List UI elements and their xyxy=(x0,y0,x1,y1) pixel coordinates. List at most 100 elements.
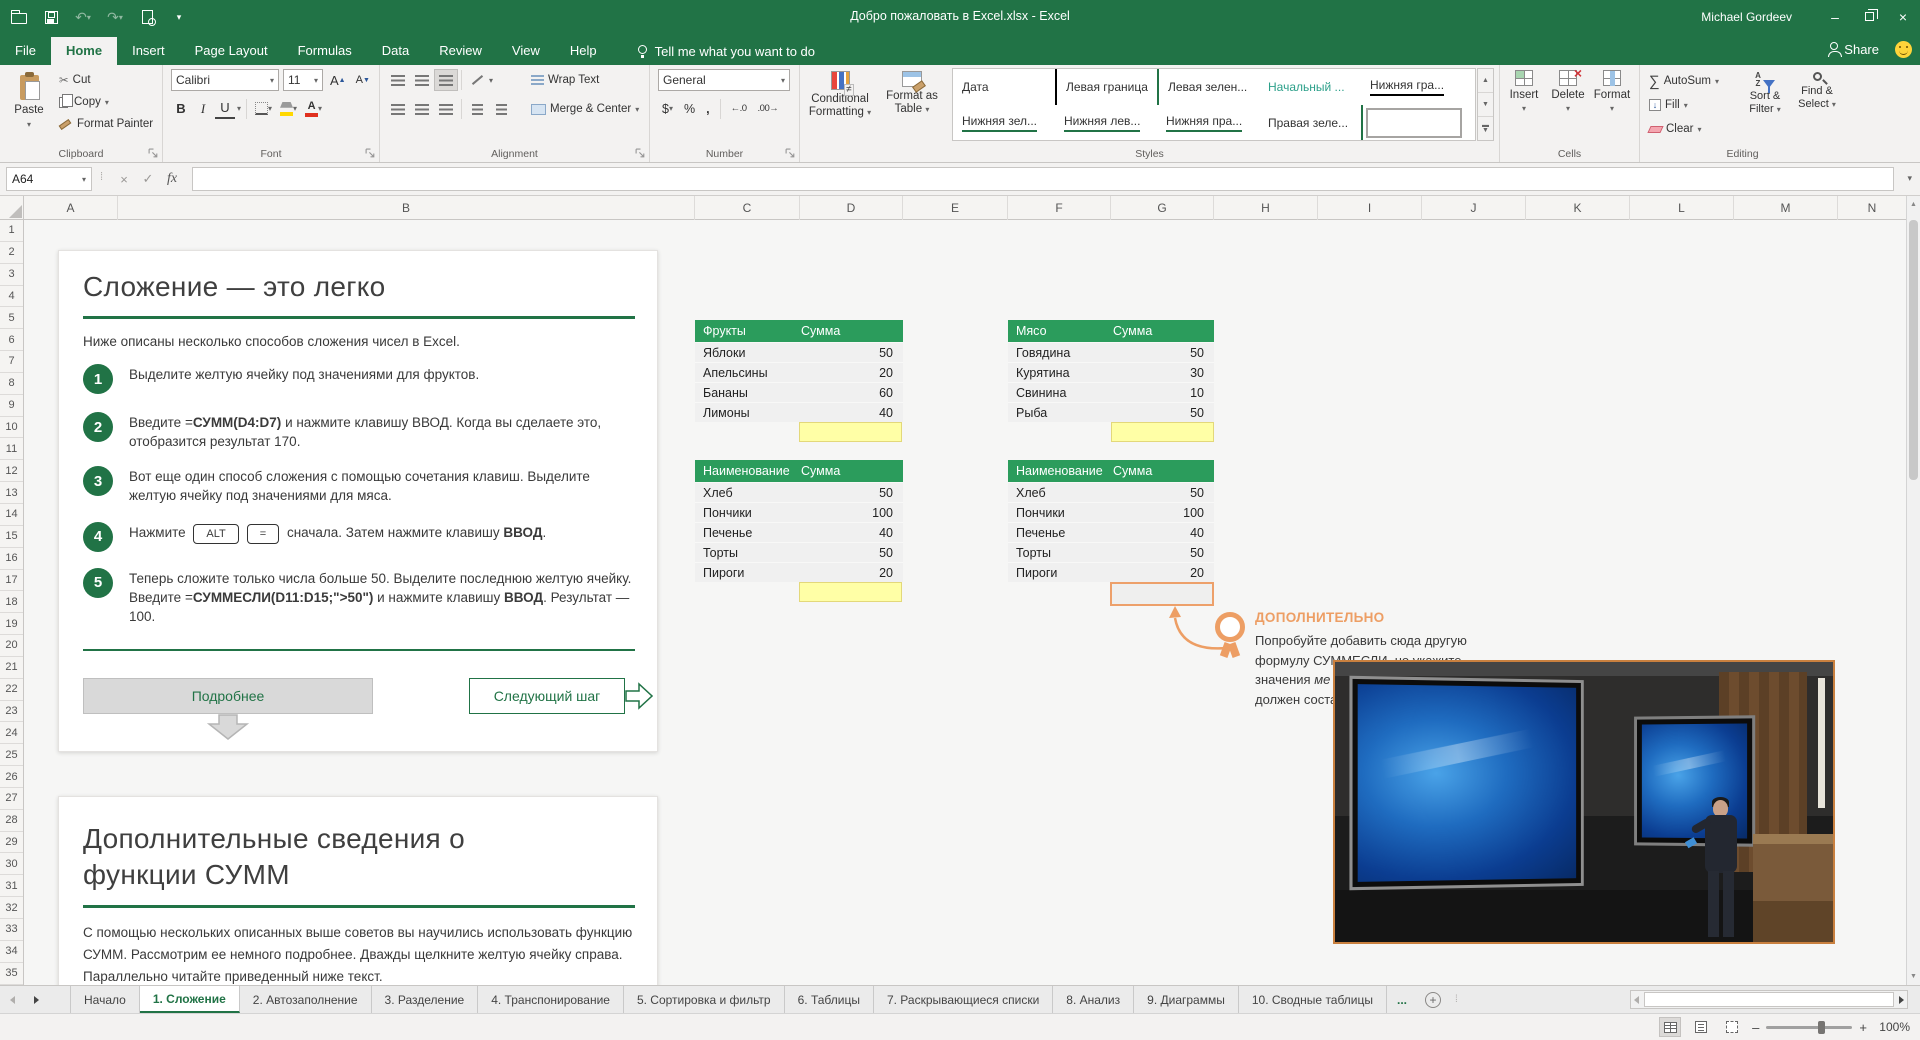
scroll-up-icon[interactable]: ▲ xyxy=(1910,201,1917,208)
row-header[interactable]: 12 xyxy=(0,460,23,482)
italic-button[interactable]: I xyxy=(193,98,213,119)
feedback-smiley-icon[interactable] xyxy=(1895,41,1912,58)
delete-cells-button[interactable]: Delete▾ xyxy=(1546,70,1590,113)
zoom-in-icon[interactable]: + xyxy=(1859,1020,1867,1035)
row-header[interactable]: 19 xyxy=(0,613,23,635)
table-row[interactable]: Пончики100 xyxy=(1008,502,1214,522)
row-header[interactable]: 31 xyxy=(0,875,23,897)
row-header[interactable]: 21 xyxy=(0,657,23,679)
cell-style-item[interactable]: Левая зелен... xyxy=(1157,69,1259,105)
meat-sum-cell-yellow[interactable] xyxy=(1111,422,1214,442)
cell-style-item[interactable]: Нижняя зел... xyxy=(953,105,1055,141)
cell-style-item[interactable]: Левая граница xyxy=(1055,69,1157,105)
row-header[interactable]: 27 xyxy=(0,788,23,810)
vertical-scrollbar[interactable]: ▲ ▼ xyxy=(1906,196,1920,985)
row-header[interactable]: 34 xyxy=(0,941,23,963)
paste-button[interactable]: Paste ▾ xyxy=(6,69,52,147)
qat-customize-icon[interactable]: ▾ xyxy=(170,8,188,26)
row-header[interactable]: 28 xyxy=(0,810,23,832)
row-header[interactable]: 5 xyxy=(0,307,23,329)
redo-icon[interactable]: ↷▾ xyxy=(106,8,124,26)
copy-button[interactable]: Copy▾ xyxy=(56,91,156,113)
enter-check-icon[interactable]: ✓ xyxy=(136,171,160,187)
minimize-button[interactable]: – xyxy=(1818,0,1852,33)
format-cells-button[interactable]: Format▾ xyxy=(1590,70,1634,113)
cell-style-item[interactable] xyxy=(1366,108,1462,138)
alignment-dialog-launcher-icon[interactable] xyxy=(635,148,646,159)
row-header[interactable]: 6 xyxy=(0,329,23,351)
ribbon-tab[interactable]: Review xyxy=(424,37,497,65)
row-header[interactable]: 8 xyxy=(0,373,23,395)
select-all-corner[interactable] xyxy=(0,196,24,220)
row-header[interactable]: 29 xyxy=(0,832,23,854)
scroll-down-icon[interactable]: ▼ xyxy=(1910,973,1917,980)
row-header[interactable]: 3 xyxy=(0,264,23,286)
borders-button[interactable]: ▾ xyxy=(252,98,275,119)
vertical-scroll-thumb[interactable] xyxy=(1909,220,1918,480)
column-header[interactable]: M xyxy=(1734,196,1838,220)
table-row[interactable]: Курятина30 xyxy=(1008,362,1214,382)
sheet-tab[interactable]: 3. Разделение xyxy=(372,986,479,1013)
horizontal-scrollbar[interactable] xyxy=(1630,990,1908,1009)
column-header[interactable]: C xyxy=(695,196,800,220)
column-header[interactable]: G xyxy=(1111,196,1214,220)
print-preview-icon[interactable] xyxy=(138,8,156,26)
row-header[interactable]: 33 xyxy=(0,919,23,941)
row-header[interactable]: 16 xyxy=(0,548,23,570)
table-row[interactable]: Печенье40 xyxy=(695,522,903,542)
row-header[interactable]: 23 xyxy=(0,701,23,723)
table-row[interactable]: Хлеб50 xyxy=(695,482,903,502)
column-header[interactable]: N xyxy=(1838,196,1906,220)
sheet-tab[interactable]: 2. Автозаполнение xyxy=(240,986,372,1013)
table-row[interactable]: Говядина50 xyxy=(1008,342,1214,362)
table-row[interactable]: Бананы60 xyxy=(695,382,903,402)
table-row[interactable]: Рыба50 xyxy=(1008,402,1214,422)
currency-format-button[interactable]: $▾ xyxy=(658,98,677,119)
fill-button[interactable]: ↓Fill▾ xyxy=(1646,93,1722,117)
table-row[interactable]: Яблоки50 xyxy=(695,342,903,362)
cell-style-item[interactable]: Правая зеле... xyxy=(1259,105,1363,141)
share-button[interactable]: Share xyxy=(1830,42,1879,57)
row-header[interactable]: 10 xyxy=(0,417,23,439)
row-header[interactable]: 26 xyxy=(0,766,23,788)
comma-format-button[interactable]: , xyxy=(702,98,713,119)
hscroll-left-icon[interactable] xyxy=(1634,996,1639,1004)
sumif-cell-yellow[interactable] xyxy=(799,582,902,602)
bold-button[interactable]: B xyxy=(171,98,191,119)
column-header[interactable]: B xyxy=(118,196,695,220)
percent-format-button[interactable]: % xyxy=(680,98,699,119)
align-top-icon[interactable] xyxy=(386,69,410,91)
cell-style-item[interactable]: Нижняя пра... xyxy=(1157,105,1259,141)
gallery-more-icon[interactable]: ▬▼ xyxy=(1478,117,1493,140)
row-header[interactable]: 32 xyxy=(0,897,23,919)
clipboard-dialog-launcher-icon[interactable] xyxy=(148,148,159,159)
close-button[interactable]: × xyxy=(1886,0,1920,33)
align-left-icon[interactable] xyxy=(386,98,410,120)
fill-color-button[interactable]: ▾ xyxy=(277,98,300,119)
table-row[interactable]: Пироги20 xyxy=(695,562,903,582)
align-bottom-icon[interactable] xyxy=(434,69,458,91)
ribbon-tab[interactable]: Page Layout xyxy=(180,37,283,65)
merge-center-button[interactable]: Merge & Center▾ xyxy=(528,98,642,120)
orientation-icon[interactable] xyxy=(465,69,489,91)
format-painter-button[interactable]: Format Painter xyxy=(56,113,156,135)
row-header[interactable]: 24 xyxy=(0,722,23,744)
row-header[interactable]: 7 xyxy=(0,351,23,373)
clear-button[interactable]: Clear▾ xyxy=(1646,117,1722,141)
signed-in-user[interactable]: Michael Gordeev xyxy=(1701,10,1792,24)
sheet-tab[interactable]: 9. Диаграммы xyxy=(1134,986,1239,1013)
table-row[interactable]: Свинина10 xyxy=(1008,382,1214,402)
insert-function-icon[interactable]: fx xyxy=(160,171,184,187)
find-select-button[interactable]: Find &Select ▾ xyxy=(1792,70,1842,111)
format-as-table-button[interactable]: Format asTable ▾ xyxy=(880,69,944,116)
sheet-nav-left-icon[interactable] xyxy=(0,986,24,1013)
align-middle-icon[interactable] xyxy=(410,69,434,91)
column-header[interactable]: L xyxy=(1630,196,1734,220)
zoom-out-icon[interactable]: – xyxy=(1752,1020,1759,1035)
row-header[interactable]: 15 xyxy=(0,526,23,548)
increase-indent-icon[interactable] xyxy=(489,98,513,120)
sheet-tab[interactable]: 6. Таблицы xyxy=(785,986,874,1013)
formula-input[interactable] xyxy=(192,167,1894,191)
ribbon-tab[interactable]: Data xyxy=(367,37,424,65)
open-icon[interactable] xyxy=(10,8,28,26)
